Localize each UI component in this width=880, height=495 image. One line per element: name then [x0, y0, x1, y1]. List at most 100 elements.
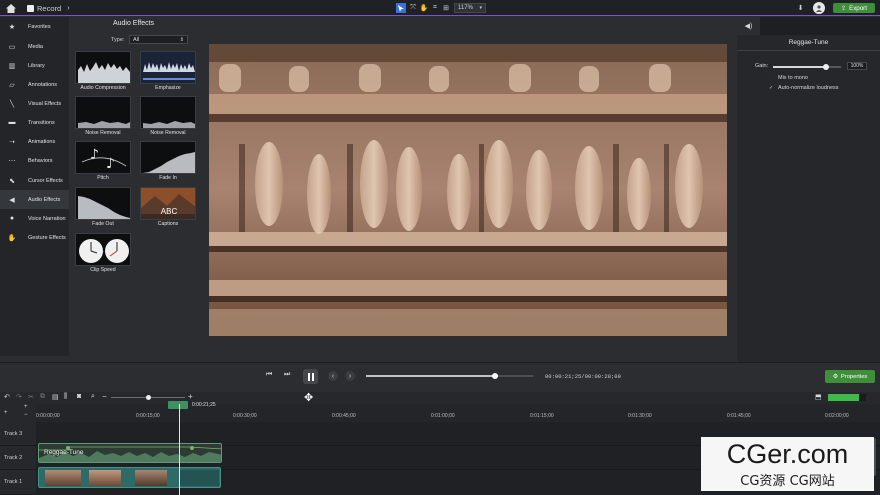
effect-tile-fade-in[interactable]: Fade In: [140, 141, 196, 184]
ruler-tick-label: 0:00:30;00: [233, 413, 257, 419]
pause-icon: [307, 372, 314, 381]
sidebar-item-annotations[interactable]: ▱ Annotations: [0, 75, 69, 94]
ruler-tick-label: 0:00:00;00: [36, 413, 60, 419]
sidebar-item-transitions[interactable]: ▬ Transitions: [0, 113, 69, 132]
ruler-tick-label: 0:01:00;00: [431, 413, 455, 419]
zoom-plus-small[interactable]: +: [24, 404, 28, 410]
audio-clip[interactable]: Reggae-Tune: [38, 443, 222, 463]
effect-tile-noise-removal[interactable]: Noise Removal: [75, 96, 131, 139]
undo-icon[interactable]: ↶: [4, 393, 10, 401]
effect-tile-fade-out[interactable]: Fade Out: [75, 187, 131, 230]
effect-tile-noise-removal[interactable]: Noise Removal: [140, 96, 196, 139]
track-3-label[interactable]: Track 3: [0, 422, 36, 446]
effect-tile-pitch[interactable]: ♪ ♪ Pitch: [75, 141, 131, 184]
audio-meter-level: [828, 394, 859, 401]
download-icon[interactable]: ⬇: [796, 3, 805, 13]
pan-icon[interactable]: ⊞: [441, 3, 451, 13]
zoom-icon[interactable]: ⌕: [91, 393, 95, 401]
effect-thumbnail: [140, 96, 196, 129]
gear-icon: ⚙: [832, 373, 838, 380]
ruler-tick-label: 0:01:15;00: [530, 413, 554, 419]
sidebar-item-audio-effects[interactable]: ◀ Audio Effects: [0, 190, 69, 209]
sidebar-item-library[interactable]: ▥ Library: [0, 56, 69, 75]
audio-point-left[interactable]: [66, 446, 70, 450]
redo-icon[interactable]: ↷: [16, 393, 22, 401]
mix-to-mono-row[interactable]: Mix to mono: [769, 75, 808, 81]
clip-thumbnail: [135, 470, 167, 486]
project-title-button[interactable]: Record ›: [27, 3, 75, 13]
sidebar-item-cursor-effects[interactable]: ⬉ Cursor Effects: [0, 171, 69, 190]
cut-icon[interactable]: ✂: [28, 393, 34, 401]
mix-to-mono-checkbox[interactable]: [769, 75, 774, 81]
sidebar-item-voice-narration[interactable]: ● Voice Narration: [0, 209, 69, 228]
hand-tool-icon[interactable]: ✋: [419, 3, 429, 13]
sidebar-item-visual-effects[interactable]: ╲ Visual Effects: [0, 94, 69, 113]
sidebar-item-animations[interactable]: ➝ Animations: [0, 132, 69, 151]
effect-tile-clip-speed[interactable]: › Clip Speed: [75, 233, 131, 276]
zoom-slider[interactable]: [111, 395, 185, 400]
add-track-icon[interactable]: +: [4, 410, 8, 416]
zoom-select[interactable]: 117% ▾: [454, 3, 486, 13]
crop-icon[interactable]: ⌗: [430, 3, 440, 13]
timeline-toolbar: ↶ ↷ ✂ ⧉ ▤ ⫼ ◙ ⌕ − + ✥ ⬒: [0, 392, 880, 404]
video-clip[interactable]: [38, 467, 221, 488]
sidebar-item-gesture-effects[interactable]: ✋ Gesture Effects: [0, 228, 69, 247]
time-readout: 00:00:21;25/00:00:28;09: [545, 373, 621, 380]
zoom-slider-handle[interactable]: [146, 395, 151, 400]
zoom-minus-small[interactable]: −: [24, 412, 28, 418]
properties-button[interactable]: ⚙ Properties: [825, 370, 875, 383]
split-icon[interactable]: ⫼: [64, 393, 67, 401]
crop-move-icon[interactable]: ⤧: [408, 3, 418, 13]
auto-normalize-row[interactable]: ✓ Auto-normalize loudness: [769, 85, 839, 91]
scrubber-handle[interactable]: [491, 373, 498, 379]
sidebar-item-label: Library: [28, 62, 45, 69]
next-icon[interactable]: ›: [345, 371, 355, 381]
effect-tile-captions[interactable]: ABC Captions: [140, 187, 196, 230]
ruler-tick-label: 0:02:00;00: [825, 413, 849, 419]
auto-normalize-checkbox[interactable]: ✓: [769, 85, 774, 91]
paste-icon[interactable]: ▤: [52, 393, 59, 401]
sidebar-item-label: Behaviors: [28, 157, 53, 164]
step-back-icon[interactable]: ⏮: [266, 371, 276, 381]
type-select[interactable]: All ⇕: [129, 35, 188, 44]
camera-icon[interactable]: ◙: [77, 393, 81, 400]
speaker-icon: ◀: [9, 196, 15, 204]
track-1-label[interactable]: Track 1: [0, 470, 36, 495]
step-forward-icon[interactable]: ⏭: [284, 371, 294, 381]
sidebar-item-favorites[interactable]: ★ Favorites: [0, 17, 69, 36]
export-button[interactable]: ⇪ Export: [833, 3, 875, 13]
previous-icon[interactable]: ‹: [328, 371, 338, 381]
gain-slider[interactable]: [773, 64, 841, 70]
gain-input[interactable]: 100%: [847, 62, 867, 70]
sidebar-item-behaviors[interactable]: ⋯ Behaviors: [0, 151, 69, 170]
playhead-marker[interactable]: [168, 401, 188, 409]
effect-thumbnail: [75, 96, 131, 129]
project-title: Record: [37, 3, 62, 13]
zoom-in-button[interactable]: +: [188, 392, 193, 401]
zoom-out-button[interactable]: −: [102, 392, 107, 401]
pause-button[interactable]: [303, 369, 318, 384]
effect-label: Pitch: [97, 175, 109, 181]
avatar[interactable]: [813, 2, 825, 14]
sidebar-item-media[interactable]: ▭ Media: [0, 37, 69, 56]
chevron-updown-icon: ⇕: [179, 36, 184, 43]
effect-tile-emphasize[interactable]: Emphasize: [140, 51, 196, 94]
marker-icon[interactable]: ⬒: [815, 393, 822, 401]
effect-thumbnail: [75, 187, 131, 220]
track-2-label[interactable]: Track 2: [0, 446, 36, 470]
home-icon[interactable]: [5, 3, 17, 13]
timeline-ruler[interactable]: 0:00:21;25 0:00:00;00 0:00:15;00 0:00:30;0…: [36, 401, 880, 422]
effect-tile-audio-compression[interactable]: Audio Compression: [75, 51, 131, 94]
playback-bar: ⏮ ⏭ ‹ › 00:00:21;25/00:00:28;09: [0, 362, 880, 392]
gain-slider-handle[interactable]: [823, 64, 830, 70]
audio-point-right[interactable]: [190, 446, 194, 450]
scrubber[interactable]: [366, 373, 533, 379]
effect-thumbnail: ABC: [140, 187, 196, 220]
select-tool-icon[interactable]: [396, 3, 406, 13]
track-controls: + + −: [0, 404, 36, 422]
copy-icon[interactable]: ⧉: [40, 393, 45, 401]
playhead-line[interactable]: [179, 404, 180, 495]
clip-thumbnail: [45, 470, 81, 486]
audio-tab[interactable]: ◀): [737, 17, 760, 35]
video-preview[interactable]: [209, 44, 727, 336]
